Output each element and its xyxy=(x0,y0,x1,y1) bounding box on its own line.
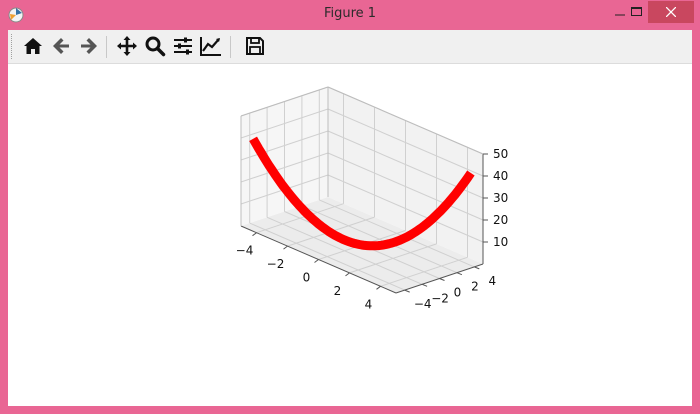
axes-edit-button[interactable] xyxy=(198,33,224,59)
save-button[interactable] xyxy=(242,33,268,59)
subplots-icon xyxy=(174,37,192,55)
x-tick xyxy=(252,232,257,237)
home-icon xyxy=(24,38,42,54)
toolbar-separator xyxy=(106,36,107,58)
y-tick-label: −2 xyxy=(431,291,449,305)
x-tick xyxy=(283,245,288,250)
x-tick-label: −4 xyxy=(236,244,254,258)
subplots-button[interactable] xyxy=(170,33,196,59)
maximize-button[interactable] xyxy=(623,0,649,24)
forward-arrow-icon xyxy=(81,38,97,54)
y-tick-label: −4 xyxy=(414,297,432,311)
axes-edit-icon xyxy=(200,37,221,56)
y-tick-label: 4 xyxy=(488,274,496,288)
home-button[interactable] xyxy=(20,33,46,59)
close-button[interactable] xyxy=(648,1,694,23)
pan-icon xyxy=(117,36,137,56)
toolbar-separator xyxy=(230,36,231,58)
y-tick-label: 0 xyxy=(454,286,462,300)
y-tick xyxy=(474,266,480,270)
zoom-icon xyxy=(145,36,166,57)
x-tick-label: 0 xyxy=(303,271,311,285)
z-tick-label: 40 xyxy=(493,169,508,183)
navigation-toolbar xyxy=(8,30,692,64)
plot-canvas[interactable]: −4 −2 0 2 4 −4 −2 0 2 4 10 20 30 40 50 xyxy=(8,64,692,406)
x-tick xyxy=(376,285,381,290)
y-tick xyxy=(404,289,410,293)
y-tick-label: 2 xyxy=(471,280,479,294)
back-arrow-icon xyxy=(53,38,69,54)
x-tick xyxy=(314,259,319,263)
axes-3d[interactable]: −4−2024 −4 −2 0 2 41020304050 xyxy=(8,64,692,406)
zoom-button[interactable] xyxy=(142,33,168,59)
figure-client: −4 −2 0 2 4 −4 −2 0 2 4 10 20 30 40 50 xyxy=(8,30,692,406)
z-tick-label: 20 xyxy=(493,213,508,227)
back-button[interactable] xyxy=(48,33,74,59)
forward-button[interactable] xyxy=(76,33,102,59)
y-tick xyxy=(456,272,463,276)
z-tick-label: 50 xyxy=(493,147,508,161)
pan-button[interactable] xyxy=(114,33,140,59)
save-icon xyxy=(246,37,264,55)
x-tick-label: −2 xyxy=(267,257,285,271)
y-tick xyxy=(421,283,428,287)
window-title: Figure 1 xyxy=(323,6,377,21)
z-tick-label: 10 xyxy=(493,235,508,249)
toolbar-grip[interactable] xyxy=(11,34,15,59)
x-tick xyxy=(345,272,350,277)
x-tick-label: 4 xyxy=(365,297,373,311)
close-icon xyxy=(666,7,676,17)
figure-window: Figure 1 −4 −2 0 2 4 −4 −2 0 2 4 10 20 3… xyxy=(0,0,700,414)
y-tick xyxy=(439,278,445,281)
maximize-icon xyxy=(630,7,642,16)
x-tick-label: 2 xyxy=(334,284,342,298)
z-tick-label: 30 xyxy=(493,191,508,205)
title-bar[interactable]: Figure 1 xyxy=(0,0,700,30)
